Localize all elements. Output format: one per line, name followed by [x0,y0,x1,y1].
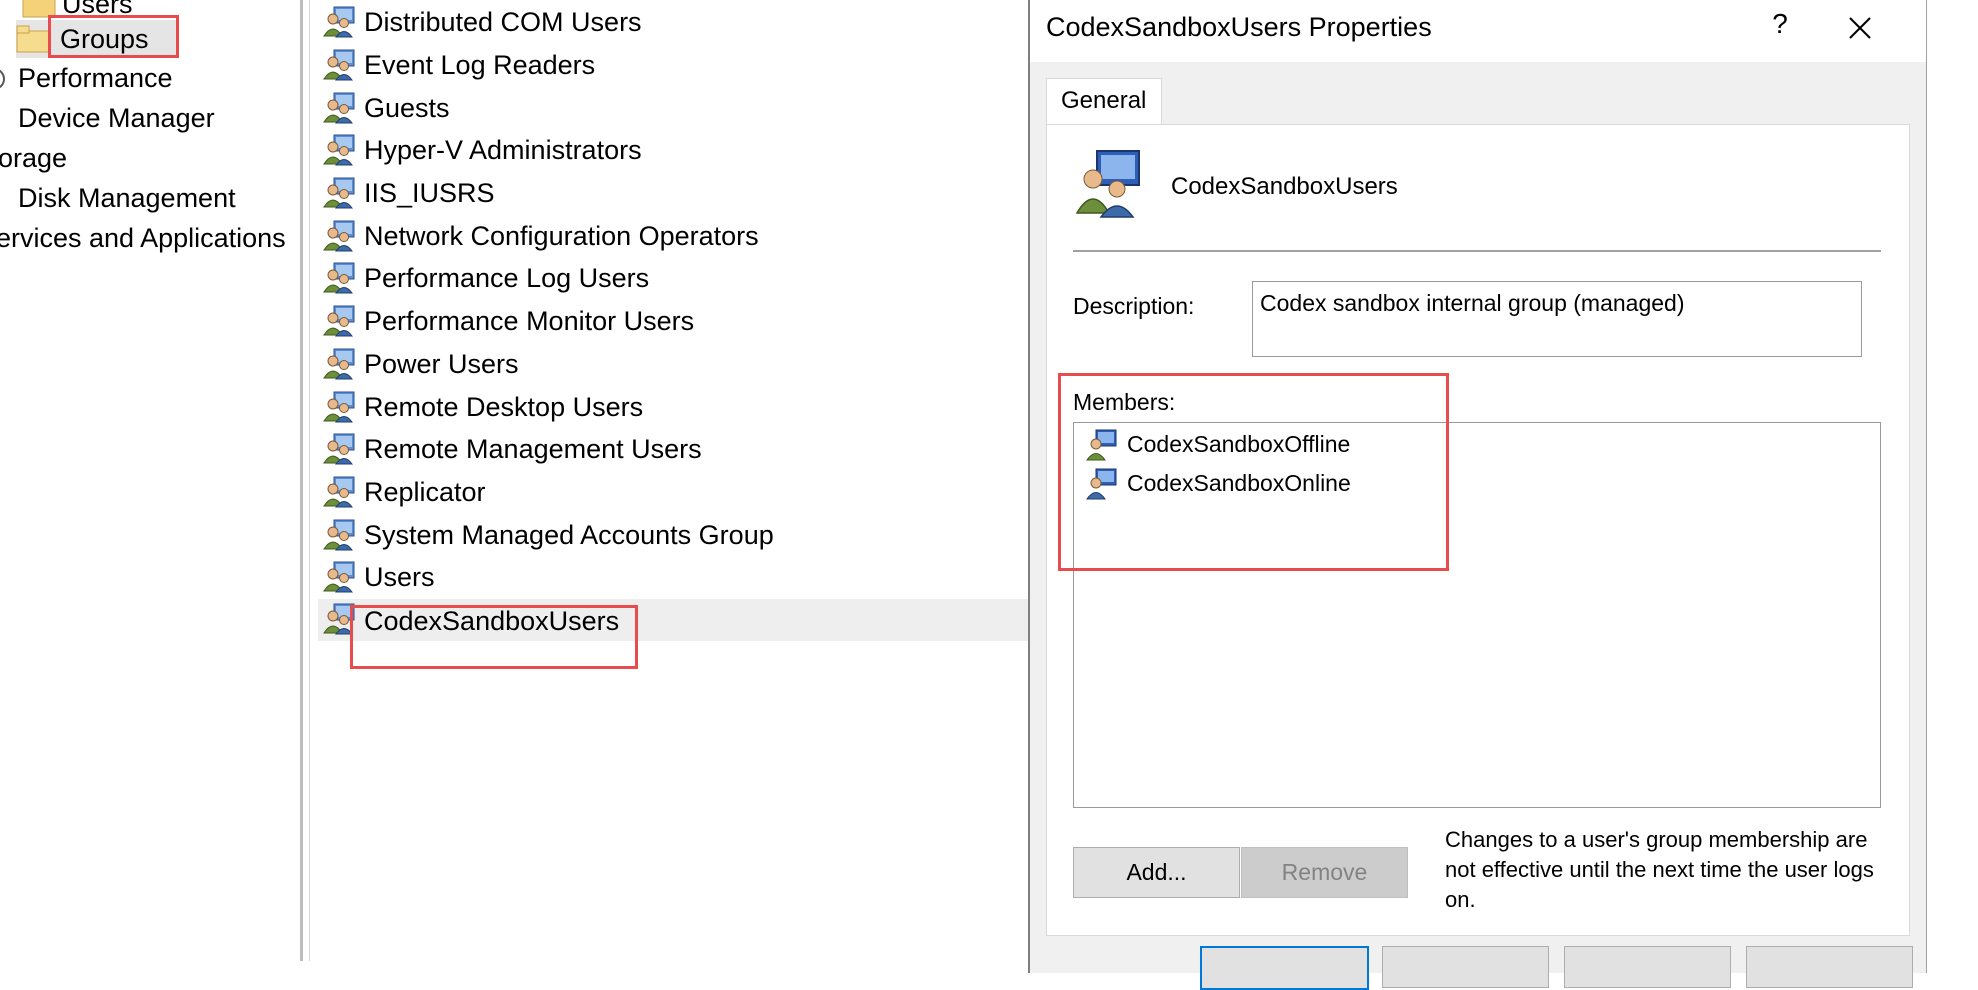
group-icon [323,6,355,38]
group-label: System Managed Accounts Group [364,520,774,550]
list-item[interactable]: Replicator [318,472,1030,512]
description-value: Codex sandbox internal group (managed) [1260,290,1685,316]
tree-item-label: ervices and Applications [0,223,286,253]
console-tree: Users Groups Performance Device Manager … [0,0,300,961]
tree-item-storage[interactable]: orage [0,142,67,174]
group-label: Remote Management Users [364,434,702,464]
remove-member-button[interactable]: Remove [1241,847,1408,898]
close-icon[interactable] [1840,8,1880,48]
group-icon [323,177,355,209]
group-label: Performance Monitor Users [364,306,695,336]
group-list: Distributed COM Users Event Log Readers … [318,0,1030,961]
description-label: Description: [1073,293,1195,319]
tab-general[interactable]: General [1046,78,1162,127]
annotation-box-groups [48,15,179,58]
group-icon [323,433,355,465]
group-icon [1075,150,1140,218]
device-icon [0,110,6,136]
list-item[interactable]: Users [318,557,1030,597]
group-label: Network Configuration Operators [364,221,759,251]
group-icon [323,220,355,252]
tree-item-label: orage [0,143,68,173]
group-label: Remote Desktop Users [364,392,644,422]
tree-item-services-applications[interactable]: ervices and Applications [0,222,286,254]
group-label: Guests [364,93,450,123]
list-item[interactable]: Distributed COM Users [318,2,1030,42]
gauge-icon [0,69,5,89]
list-item[interactable]: Remote Management Users [318,429,1030,469]
tree-item-label: Device Manager [18,103,215,133]
ok-button[interactable] [1200,946,1369,990]
group-label: Event Log Readers [364,50,596,80]
list-item[interactable]: Performance Log Users [318,258,1030,298]
help-dialog-button[interactable] [1746,946,1913,988]
group-icon [323,92,355,124]
apply-button[interactable] [1564,946,1731,988]
group-icon [323,391,355,423]
list-item[interactable]: Event Log Readers [318,45,1030,85]
group-icon [323,348,355,380]
pane-splitter[interactable] [300,0,303,961]
group-label: IIS_IUSRS [364,178,495,208]
disk-icon [0,186,6,212]
list-item[interactable]: Guests [318,88,1030,128]
dialog-titlebar[interactable]: CodexSandboxUsers Properties ? [1030,0,1926,62]
list-item[interactable]: Remote Desktop Users [318,387,1030,427]
dialog-title: CodexSandboxUsers Properties [1046,12,1432,42]
group-name: CodexSandboxUsers [1171,173,1398,200]
description-field[interactable]: Codex sandbox internal group (managed) [1252,281,1862,357]
annotation-box-members [1058,373,1449,571]
group-label: Users [364,562,435,592]
list-item[interactable]: Network Configuration Operators [318,216,1030,256]
group-icon [323,519,355,551]
cancel-button[interactable] [1382,946,1549,988]
membership-note: Changes to a user's group membership are… [1445,827,1874,912]
group-label: Distributed COM Users [364,7,642,37]
list-item[interactable]: Hyper-V Administrators [318,130,1030,170]
tree-item-label: Performance [18,63,173,93]
group-label: Power Users [364,349,519,379]
group-icon [323,134,355,166]
list-item[interactable]: System Managed Accounts Group [318,515,1030,555]
list-item[interactable]: Power Users [318,344,1030,384]
folder-icon [16,25,50,53]
tab-label: General [1061,87,1147,114]
help-button[interactable]: ? [1760,8,1800,40]
tree-item-label: Disk Management [18,183,236,213]
add-member-button[interactable]: Add... [1073,847,1240,898]
group-label: Performance Log Users [364,263,650,293]
group-label: Replicator [364,477,486,507]
group-label: Hyper-V Administrators [364,135,642,165]
list-item[interactable]: Performance Monitor Users [318,301,1030,341]
list-item[interactable]: IIS_IUSRS [318,173,1030,213]
group-icon [323,262,355,294]
separator [1073,250,1881,252]
group-icon [323,476,355,508]
annotation-box-selected-group [350,605,638,669]
pane-divider [309,0,310,961]
group-icon [323,49,355,81]
group-icon [323,305,355,337]
group-icon [323,561,355,593]
